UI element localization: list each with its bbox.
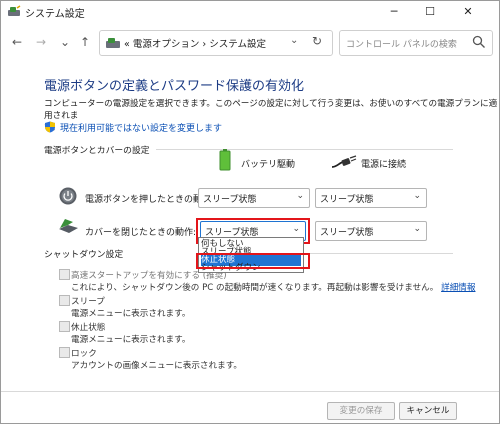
power-button-battery-select[interactable]: スリープ状態 ⌄ <box>198 188 310 208</box>
hibernate-label: 休止状態 <box>71 323 106 333</box>
power-button-icon <box>59 187 77 205</box>
power-button-action-label: 電源ボタンを押したときの動作: <box>85 195 215 205</box>
close-button[interactable]: ✕ <box>453 1 483 23</box>
breadcrumb-system-settings[interactable]: システム設定 <box>209 39 266 50</box>
sleep-checkbox[interactable] <box>59 295 70 306</box>
more-info-link[interactable]: 詳細情報 <box>441 283 475 293</box>
address-bar[interactable]: « 電源オプション › システム設定 ⌄ ↻ <box>99 30 333 56</box>
window-title: システム設定 <box>25 9 85 20</box>
section-divider <box>306 253 453 254</box>
laptop-lid-icon <box>59 219 78 233</box>
page-description-line1: コンピューターの電源設定を選択できます。このページの設定に対して行う変更は、お使… <box>44 99 498 121</box>
save-changes-button[interactable]: 変更の保存 <box>327 402 395 420</box>
back-button[interactable]: ← <box>9 33 25 51</box>
chevron-down-icon: ⌄ <box>413 224 421 234</box>
plugged-column-label: 電源に接続 <box>361 160 407 170</box>
lock-checkbox[interactable] <box>59 347 70 358</box>
battery-column-label: バッテリ駆動 <box>241 160 296 170</box>
fast-startup-desc-text: これにより、シャットダウン後の PC の起動時間が速くなります。再起動は影響を受… <box>71 283 439 293</box>
battery-icon <box>219 149 231 171</box>
footer-bar: 変更の保存 キャンセル <box>1 391 499 423</box>
change-unavailable-settings-link[interactable]: 現在利用可能ではない設定を変更します <box>44 121 222 134</box>
selected-value: スリープ状態 <box>203 195 257 205</box>
control-panel-icon <box>106 38 120 48</box>
sleep-label: スリープ <box>71 297 105 307</box>
address-path: « 電源オプション › システム設定 <box>124 36 266 50</box>
fast-startup-checkbox[interactable] <box>59 269 70 280</box>
maximize-button[interactable]: ☐ <box>415 1 445 23</box>
power-options-app-icon <box>8 5 21 16</box>
recent-locations-button[interactable]: ⌄ <box>57 33 73 51</box>
search-box[interactable]: コントロール パネルの検索 <box>339 30 493 56</box>
address-prefix: « <box>124 39 130 50</box>
search-placeholder: コントロール パネルの検索 <box>346 40 457 50</box>
power-cover-section-header: 電源ボタンとカバーの設定 <box>44 146 150 156</box>
main-content: 電源ボタンの定義とパスワード保護の有効化 コンピューターの電源設定を選択できます… <box>1 61 499 391</box>
shutdown-section-header: シャットダウン設定 <box>44 250 124 260</box>
navigation-bar: ← → ⌄ ↑ « 電源オプション › システム設定 ⌄ ↻ コントロール パネ… <box>1 27 499 57</box>
power-button-plugged-select[interactable]: スリープ状態 ⌄ <box>315 188 427 208</box>
page-title: 電源ボタンの定義とパスワード保護の有効化 <box>44 79 305 94</box>
highlight-box-hibernate-option <box>196 253 310 269</box>
lock-desc: アカウントの画像メニューに表示されます。 <box>71 361 243 371</box>
section-divider <box>156 149 453 150</box>
lid-close-action-label: カバーを閉じたときの動作: <box>85 228 197 238</box>
lock-label: ロック <box>71 349 97 359</box>
breadcrumb-separator: › <box>202 39 207 50</box>
selected-value: スリープ状態 <box>320 195 374 205</box>
hibernate-desc: 電源メニューに表示されます。 <box>71 335 191 345</box>
cancel-button[interactable]: キャンセル <box>399 402 457 420</box>
sleep-desc: 電源メニューに表示されます。 <box>71 309 191 319</box>
search-icon <box>472 35 485 48</box>
breadcrumb-power-options[interactable]: 電源オプション <box>133 39 200 50</box>
change-settings-label: 現在利用可能ではない設定を変更します <box>60 124 223 134</box>
system-settings-window: システム設定 ─ ☐ ✕ ← → ⌄ ↑ « 電源オプション › システム設定 … <box>0 0 500 424</box>
chevron-down-icon[interactable]: ⌄ <box>290 35 298 46</box>
minimize-button[interactable]: ─ <box>379 1 409 23</box>
lid-close-plugged-select[interactable]: スリープ状態 ⌄ <box>315 221 427 241</box>
up-button[interactable]: ↑ <box>77 33 93 51</box>
hibernate-checkbox[interactable] <box>59 321 70 332</box>
selected-value: スリープ状態 <box>320 228 374 238</box>
fast-startup-desc: これにより、シャットダウン後の PC の起動時間が速くなります。再起動は影響を受… <box>71 281 475 293</box>
power-plug-icon <box>331 155 357 168</box>
title-bar: システム設定 ─ ☐ ✕ <box>1 1 499 23</box>
forward-button[interactable]: → <box>33 33 49 51</box>
refresh-icon[interactable]: ↻ <box>312 34 322 48</box>
uac-shield-icon <box>45 121 55 133</box>
chevron-down-icon: ⌄ <box>296 191 304 201</box>
chevron-down-icon: ⌄ <box>413 191 421 201</box>
